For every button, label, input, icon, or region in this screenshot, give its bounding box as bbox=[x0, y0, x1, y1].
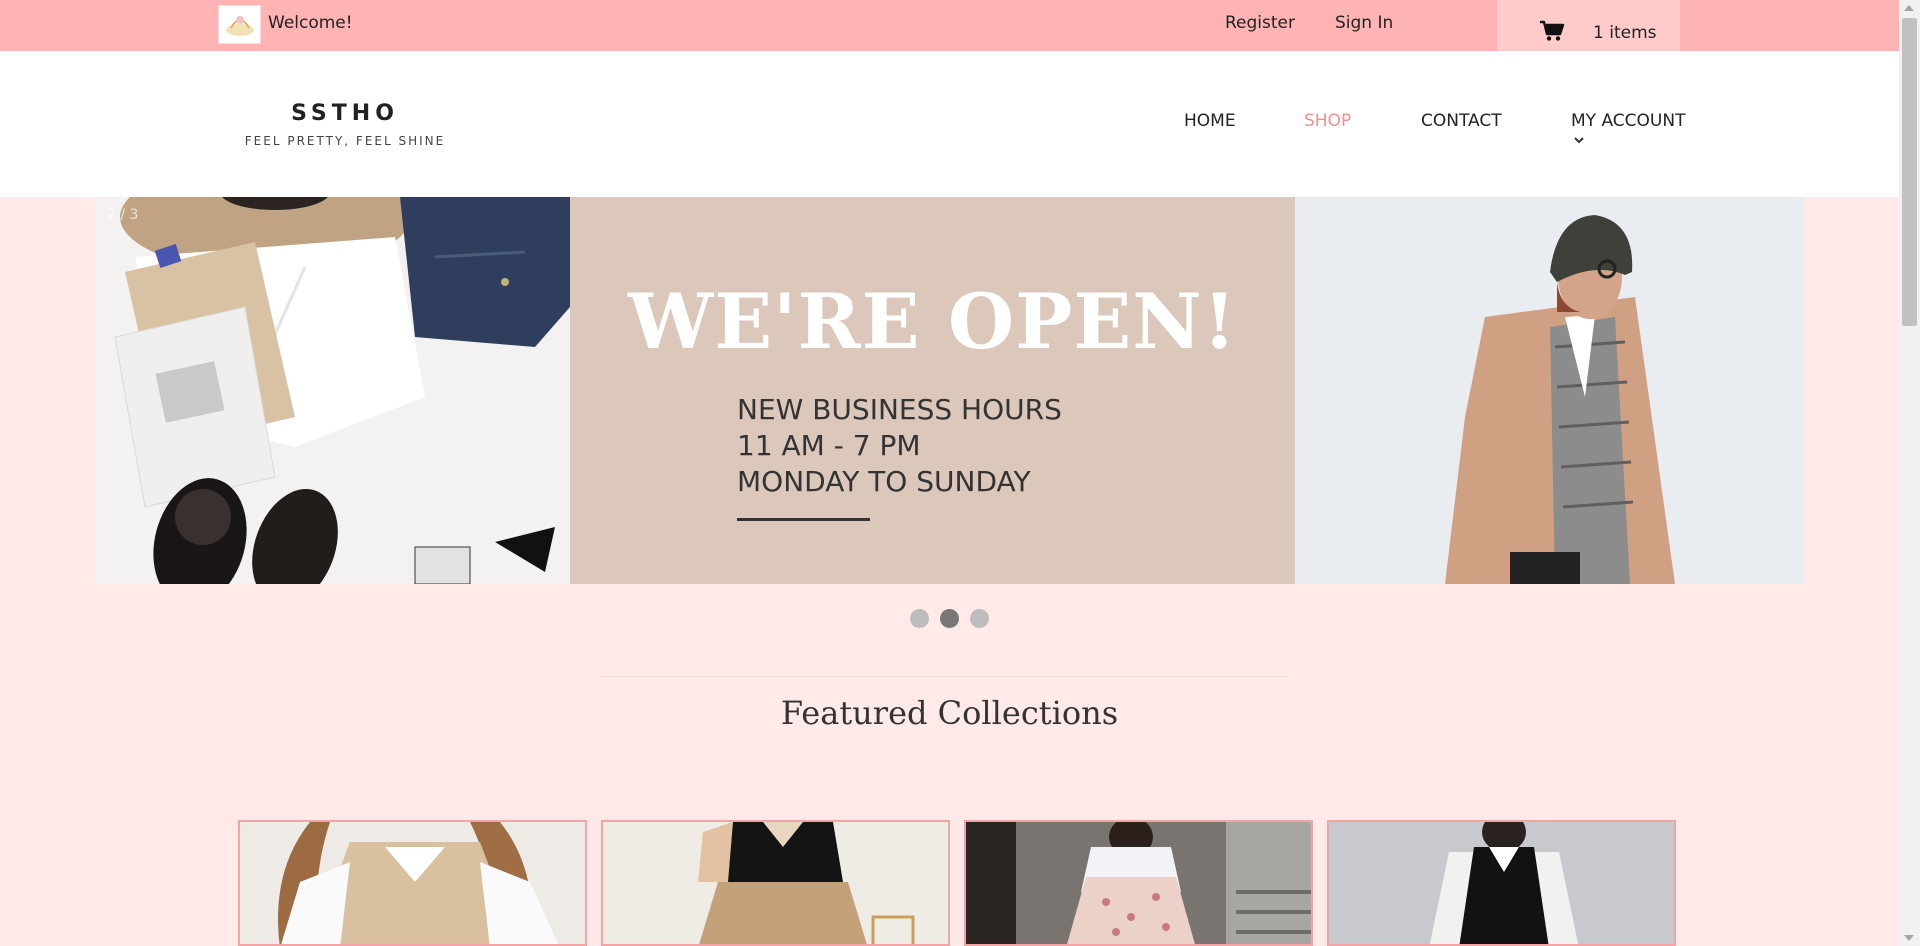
section-divider bbox=[600, 676, 1290, 677]
slider-dot-3[interactable] bbox=[970, 609, 989, 628]
nav-home[interactable]: HOME bbox=[1184, 111, 1236, 131]
slider-dots bbox=[910, 609, 989, 628]
business-hours-text: NEW BUSINESS HOURS 11 AM - 7 PM MONDAY T… bbox=[737, 392, 1062, 500]
nav-shop[interactable]: SHOP bbox=[1304, 111, 1351, 131]
cart-button[interactable]: 1 items bbox=[1497, 0, 1680, 51]
hours-line-2: 11 AM - 7 PM bbox=[737, 429, 921, 462]
slider-dot-1[interactable] bbox=[910, 609, 929, 628]
banner-underline bbox=[737, 518, 870, 521]
scroll-down-icon[interactable] bbox=[1904, 935, 1914, 941]
main-header: SSTHO FEEL PRETTY, FEEL SHINE HOME SHOP … bbox=[0, 51, 1899, 197]
flatlay-image: 2 / 3 bbox=[95, 197, 570, 584]
brand-tagline: FEEL PRETTY, FEEL SHINE bbox=[244, 134, 446, 148]
page-scrollbar[interactable] bbox=[1899, 0, 1920, 946]
product-card-1[interactable] bbox=[238, 820, 587, 946]
hours-line-1: NEW BUSINESS HOURS bbox=[737, 393, 1062, 426]
banner-headline: WE'RE OPEN! bbox=[627, 277, 1238, 366]
register-link[interactable]: Register bbox=[1225, 13, 1295, 33]
hours-line-3: MONDAY TO SUNDAY bbox=[737, 465, 1031, 498]
slider-dot-2[interactable] bbox=[940, 609, 959, 628]
model-image bbox=[1295, 197, 1804, 584]
nav-contact[interactable]: CONTACT bbox=[1421, 111, 1502, 131]
top-bar: Welcome! Register Sign In 1 items bbox=[0, 0, 1899, 51]
brand-name: SSTHO bbox=[291, 101, 399, 126]
product-image-4 bbox=[1329, 822, 1674, 944]
scrollbar-thumb[interactable] bbox=[1902, 18, 1917, 326]
scroll-up-icon[interactable] bbox=[1904, 5, 1914, 11]
nav-my-account-label: MY ACCOUNT bbox=[1571, 111, 1686, 131]
product-image-3 bbox=[966, 822, 1311, 944]
product-image-1 bbox=[240, 822, 585, 944]
brand-logo[interactable]: SSTHO FEEL PRETTY, FEEL SHINE bbox=[240, 101, 450, 148]
product-card-4[interactable] bbox=[1327, 820, 1676, 946]
cart-icon bbox=[1539, 20, 1565, 46]
slide-counter: 2 / 3 bbox=[107, 207, 139, 223]
product-image-2 bbox=[603, 822, 948, 944]
nav-my-account[interactable]: MY ACCOUNT bbox=[1571, 111, 1686, 144]
product-card-2[interactable] bbox=[601, 820, 950, 946]
welcome-text: Welcome! bbox=[268, 13, 353, 33]
business-hours-banner: WE'RE OPEN! NEW BUSINESS HOURS 11 AM - 7… bbox=[570, 197, 1295, 584]
featured-collections-title: Featured Collections bbox=[780, 694, 1119, 732]
sign-in-link[interactable]: Sign In bbox=[1335, 13, 1393, 33]
product-card-3[interactable] bbox=[964, 820, 1313, 946]
cart-count: 1 items bbox=[1593, 22, 1657, 43]
chevron-down-icon bbox=[1573, 129, 1587, 144]
hero-slider[interactable]: 2 / 3 WE'RE OPEN! NEW BUSINESS HOURS 11 … bbox=[95, 197, 1804, 584]
site-logo-small[interactable] bbox=[218, 5, 261, 44]
